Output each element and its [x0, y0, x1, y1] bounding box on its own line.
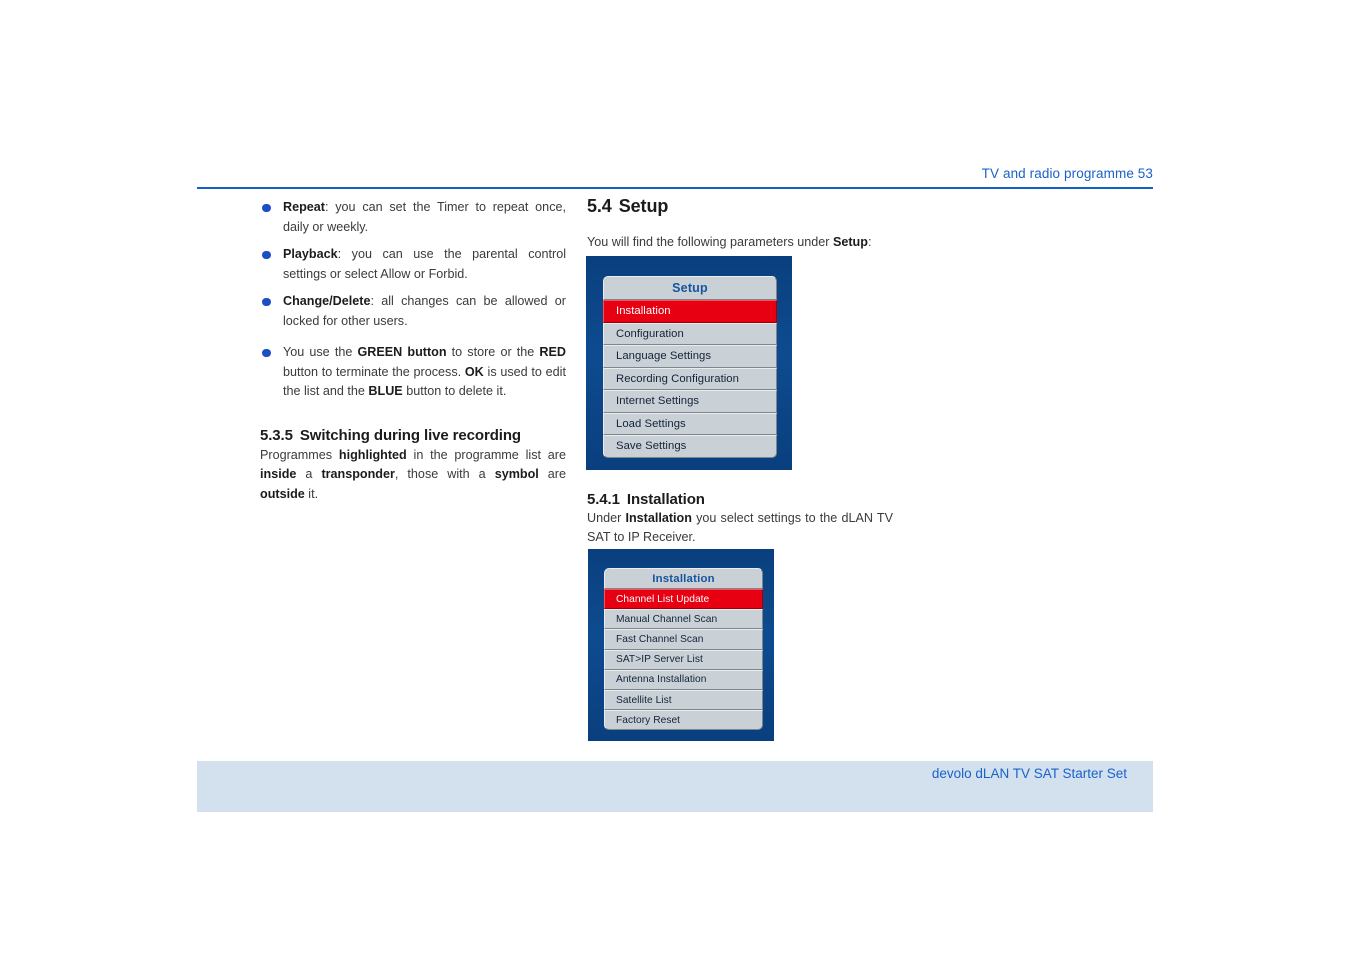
section-number: 5.4.1 [587, 490, 620, 508]
list-item: You use the GREEN button to store or the… [260, 343, 566, 402]
section-heading: 5.4.1 Installation [587, 491, 893, 508]
section-heading: 5.3.5 Switching during live recording [260, 427, 566, 444]
setup-menu-panel: Setup Installation Configuration Languag… [603, 276, 777, 458]
setup-menu-item-language-settings[interactable]: Language Settings [603, 345, 777, 368]
header-title: TV and radio programme 53 [981, 166, 1153, 181]
installation-menu-item-factory-reset[interactable]: Factory Reset [604, 710, 763, 731]
setup-menu-screenshot: Setup Installation Configuration Languag… [586, 256, 792, 470]
bullet-text: : you can set the Timer to repeat once, … [283, 200, 566, 234]
section-title: Installation [626, 490, 705, 508]
footer-title: devolo dLAN TV SAT Starter Set [931, 766, 1127, 781]
setup-menu-item-load-settings[interactable]: Load Settings [603, 412, 777, 435]
setup-menu-item-save-settings[interactable]: Save Settings [603, 435, 777, 458]
bullet-list: Repeat: you can set the Timer to repeat … [260, 198, 566, 402]
installation-menu-title: Installation [604, 568, 763, 589]
bullet-dot-icon [262, 348, 271, 357]
page-footer: devolo dLAN TV SAT Starter Set [197, 761, 1153, 812]
bullet-lead: Change/Delete [283, 294, 371, 308]
section-title: Switching during live recording [299, 426, 521, 444]
list-item: Playback: you can use the parental contr… [260, 245, 566, 284]
installation-menu-item-fast-channel-scan[interactable]: Fast Channel Scan [604, 629, 763, 650]
bullet-lead: Playback [283, 247, 338, 261]
bullet-text: You use the GREEN button to store or the… [283, 345, 567, 398]
installation-menu-screenshot: Installation Channel List Update Manual … [588, 549, 774, 741]
bullet-dot-icon [262, 297, 271, 306]
section-5-4-1: 5.4.1 Installation Under Installation you… [587, 491, 893, 548]
section-body: Under Installation you select settings t… [587, 510, 893, 545]
installation-menu-panel: Installation Channel List Update Manual … [604, 568, 763, 731]
section-number: 5.4 [587, 196, 612, 216]
setup-menu-item-internet-settings[interactable]: Internet Settings [603, 390, 777, 413]
installation-menu-item-channel-list-update[interactable]: Channel List Update [604, 589, 763, 610]
section-number: 5.3.5 [260, 426, 293, 444]
section-5-4: 5.4 Setup You will find the following par… [587, 196, 893, 253]
installation-menu-item-satip-server-list[interactable]: SAT>IP Server List [604, 649, 763, 670]
setup-menu-title: Setup [603, 276, 777, 300]
installation-menu-item-antenna-installation[interactable]: Antenna Installation [604, 669, 763, 690]
section-body: Programmes highlighted in the programme … [260, 447, 566, 501]
header-rule [197, 187, 1153, 190]
installation-menu-item-manual-channel-scan[interactable]: Manual Channel Scan [604, 609, 763, 630]
manual-page: TV and radio programme 53 Repeat: you ca… [0, 0, 1350, 954]
list-item: Change/Delete: all changes can be allowe… [260, 292, 566, 331]
left-column: Repeat: you can set the Timer to repeat … [260, 198, 566, 504]
section-intro: You will find the following parameters u… [587, 235, 872, 249]
setup-menu-item-configuration[interactable]: Configuration [603, 322, 777, 345]
bullet-dot-icon [262, 250, 271, 259]
section-heading: 5.4 Setup [587, 196, 893, 217]
setup-menu-item-installation[interactable]: Installation [603, 300, 777, 323]
installation-menu-item-satellite-list[interactable]: Satellite List [604, 689, 763, 711]
list-item: Repeat: you can set the Timer to repeat … [260, 198, 566, 237]
bullet-lead: Repeat [283, 200, 325, 214]
section-title: Setup [618, 196, 669, 216]
setup-menu-item-recording-configuration[interactable]: Recording Configuration [603, 367, 777, 390]
page-header: TV and radio programme 53 [197, 166, 1153, 192]
section-5-3-5: 5.3.5 Switching during live recording Pro… [260, 427, 566, 505]
bullet-dot-icon [262, 203, 271, 212]
